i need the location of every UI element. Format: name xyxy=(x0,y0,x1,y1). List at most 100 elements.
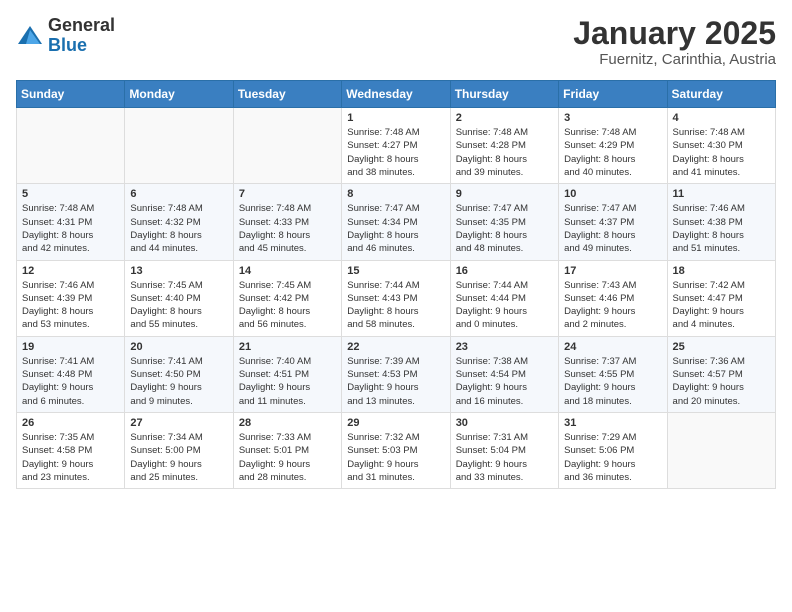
day-number: 12 xyxy=(22,265,119,277)
day-number: 26 xyxy=(22,417,119,429)
day-number: 7 xyxy=(239,188,336,200)
day-info: Sunrise: 7:45 AMSunset: 4:40 PMDaylight:… xyxy=(130,279,227,332)
calendar-cell: 4Sunrise: 7:48 AMSunset: 4:30 PMDaylight… xyxy=(667,108,775,184)
calendar-cell: 5 Sunrise: 7:48 AMSunset: 4:31 PMDaylight… xyxy=(17,184,125,260)
calendar-day-header: Tuesday xyxy=(233,81,341,108)
calendar-cell: 27 Sunrise: 7:34 AMSunset: 5:00 PMDayligh… xyxy=(125,412,233,488)
calendar-week-row: 5 Sunrise: 7:48 AMSunset: 4:31 PMDaylight… xyxy=(17,184,776,260)
calendar-cell: 6 Sunrise: 7:48 AMSunset: 4:32 PMDaylight… xyxy=(125,184,233,260)
calendar-cell: 29Sunrise: 7:32 AMSunset: 5:03 PMDayligh… xyxy=(342,412,450,488)
calendar-header-row: SundayMondayTuesdayWednesdayThursdayFrid… xyxy=(17,81,776,108)
day-info: Sunrise: 7:48 AMSunset: 4:29 PMDaylight:… xyxy=(564,126,661,179)
calendar-day-header: Thursday xyxy=(450,81,558,108)
day-info: Sunrise: 7:37 AMSunset: 4:55 PMDaylight:… xyxy=(564,355,661,408)
day-number: 11 xyxy=(673,188,770,200)
day-number: 9 xyxy=(456,188,553,200)
calendar-cell: 2 Sunrise: 7:48 AMSunset: 4:28 PMDaylight… xyxy=(450,108,558,184)
calendar-cell: 18 Sunrise: 7:42 AMSunset: 4:47 PMDayligh… xyxy=(667,260,775,336)
calendar-cell: 16 Sunrise: 7:44 AMSunset: 4:44 PMDayligh… xyxy=(450,260,558,336)
day-info: Sunrise: 7:42 AMSunset: 4:47 PMDaylight:… xyxy=(673,279,770,332)
day-info: Sunrise: 7:48 AMSunset: 4:33 PMDaylight:… xyxy=(239,202,336,255)
day-number: 30 xyxy=(456,417,553,429)
day-info: Sunrise: 7:31 AMSunset: 5:04 PMDaylight:… xyxy=(456,431,553,484)
day-number: 21 xyxy=(239,341,336,353)
calendar-cell: 11Sunrise: 7:46 AMSunset: 4:38 PMDayligh… xyxy=(667,184,775,260)
calendar-day-header: Saturday xyxy=(667,81,775,108)
day-number: 5 xyxy=(22,188,119,200)
day-info: Sunrise: 7:44 AMSunset: 4:44 PMDaylight:… xyxy=(456,279,553,332)
calendar-cell: 22 Sunrise: 7:39 AMSunset: 4:53 PMDayligh… xyxy=(342,336,450,412)
day-info: Sunrise: 7:41 AMSunset: 4:50 PMDaylight:… xyxy=(130,355,227,408)
day-number: 16 xyxy=(456,265,553,277)
calendar-cell: 12Sunrise: 7:46 AMSunset: 4:39 PMDayligh… xyxy=(17,260,125,336)
day-number: 6 xyxy=(130,188,227,200)
calendar-cell: 26 Sunrise: 7:35 AMSunset: 4:58 PMDayligh… xyxy=(17,412,125,488)
day-number: 23 xyxy=(456,341,553,353)
day-number: 13 xyxy=(130,265,227,277)
day-number: 19 xyxy=(22,341,119,353)
calendar-cell: 23 Sunrise: 7:38 AMSunset: 4:54 PMDayligh… xyxy=(450,336,558,412)
calendar-cell: 1Sunrise: 7:48 AMSunset: 4:27 PMDaylight… xyxy=(342,108,450,184)
day-info: Sunrise: 7:39 AMSunset: 4:53 PMDaylight:… xyxy=(347,355,444,408)
day-number: 2 xyxy=(456,112,553,124)
day-info: Sunrise: 7:36 AMSunset: 4:57 PMDaylight:… xyxy=(673,355,770,408)
calendar-day-header: Sunday xyxy=(17,81,125,108)
calendar-cell: 9 Sunrise: 7:47 AMSunset: 4:35 PMDaylight… xyxy=(450,184,558,260)
calendar-cell: 21 Sunrise: 7:40 AMSunset: 4:51 PMDayligh… xyxy=(233,336,341,412)
calendar-cell xyxy=(17,108,125,184)
day-info: Sunrise: 7:41 AMSunset: 4:48 PMDaylight:… xyxy=(22,355,119,408)
day-info: Sunrise: 7:47 AMSunset: 4:34 PMDaylight:… xyxy=(347,202,444,255)
day-info: Sunrise: 7:33 AMSunset: 5:01 PMDaylight:… xyxy=(239,431,336,484)
day-info: Sunrise: 7:44 AMSunset: 4:43 PMDaylight:… xyxy=(347,279,444,332)
day-number: 29 xyxy=(347,417,444,429)
day-number: 4 xyxy=(673,112,770,124)
calendar-cell: 10 Sunrise: 7:47 AMSunset: 4:37 PMDayligh… xyxy=(559,184,667,260)
calendar-cell: 8Sunrise: 7:47 AMSunset: 4:34 PMDaylight… xyxy=(342,184,450,260)
calendar-day-header: Monday xyxy=(125,81,233,108)
day-info: Sunrise: 7:48 AMSunset: 4:32 PMDaylight:… xyxy=(130,202,227,255)
day-number: 17 xyxy=(564,265,661,277)
day-number: 25 xyxy=(673,341,770,353)
day-number: 27 xyxy=(130,417,227,429)
calendar-cell: 13 Sunrise: 7:45 AMSunset: 4:40 PMDayligh… xyxy=(125,260,233,336)
day-info: Sunrise: 7:48 AMSunset: 4:31 PMDaylight:… xyxy=(22,202,119,255)
day-number: 20 xyxy=(130,341,227,353)
calendar-cell xyxy=(667,412,775,488)
calendar-cell: 30 Sunrise: 7:31 AMSunset: 5:04 PMDayligh… xyxy=(450,412,558,488)
day-info: Sunrise: 7:48 AMSunset: 4:27 PMDaylight:… xyxy=(347,126,444,179)
title-block: January 2025 Fuernitz, Carinthia, Austri… xyxy=(573,16,776,68)
calendar-cell: 17 Sunrise: 7:43 AMSunset: 4:46 PMDayligh… xyxy=(559,260,667,336)
day-info: Sunrise: 7:34 AMSunset: 5:00 PMDaylight:… xyxy=(130,431,227,484)
day-number: 18 xyxy=(673,265,770,277)
day-number: 22 xyxy=(347,341,444,353)
calendar-day-header: Friday xyxy=(559,81,667,108)
day-info: Sunrise: 7:40 AMSunset: 4:51 PMDaylight:… xyxy=(239,355,336,408)
day-info: Sunrise: 7:43 AMSunset: 4:46 PMDaylight:… xyxy=(564,279,661,332)
day-info: Sunrise: 7:48 AMSunset: 4:28 PMDaylight:… xyxy=(456,126,553,179)
day-info: Sunrise: 7:38 AMSunset: 4:54 PMDaylight:… xyxy=(456,355,553,408)
day-number: 14 xyxy=(239,265,336,277)
calendar-week-row: 12Sunrise: 7:46 AMSunset: 4:39 PMDayligh… xyxy=(17,260,776,336)
calendar-cell: 14Sunrise: 7:45 AMSunset: 4:42 PMDayligh… xyxy=(233,260,341,336)
calendar-cell: 19 Sunrise: 7:41 AMSunset: 4:48 PMDayligh… xyxy=(17,336,125,412)
calendar-cell: 31Sunrise: 7:29 AMSunset: 5:06 PMDayligh… xyxy=(559,412,667,488)
calendar-cell: 24 Sunrise: 7:37 AMSunset: 4:55 PMDayligh… xyxy=(559,336,667,412)
day-number: 24 xyxy=(564,341,661,353)
day-number: 28 xyxy=(239,417,336,429)
calendar-cell: 28 Sunrise: 7:33 AMSunset: 5:01 PMDayligh… xyxy=(233,412,341,488)
calendar-week-row: 1Sunrise: 7:48 AMSunset: 4:27 PMDaylight… xyxy=(17,108,776,184)
calendar-cell: 15 Sunrise: 7:44 AMSunset: 4:43 PMDayligh… xyxy=(342,260,450,336)
calendar-cell: 3Sunrise: 7:48 AMSunset: 4:29 PMDaylight… xyxy=(559,108,667,184)
logo-blue-text: Blue xyxy=(48,35,87,55)
logo-icon xyxy=(16,22,44,50)
logo: General Blue xyxy=(16,16,115,56)
calendar-table: SundayMondayTuesdayWednesdayThursdayFrid… xyxy=(16,80,776,489)
day-number: 15 xyxy=(347,265,444,277)
calendar-week-row: 26 Sunrise: 7:35 AMSunset: 4:58 PMDayligh… xyxy=(17,412,776,488)
calendar-cell xyxy=(233,108,341,184)
page-title: January 2025 xyxy=(573,16,776,51)
day-info: Sunrise: 7:47 AMSunset: 4:35 PMDaylight:… xyxy=(456,202,553,255)
day-info: Sunrise: 7:47 AMSunset: 4:37 PMDaylight:… xyxy=(564,202,661,255)
day-number: 10 xyxy=(564,188,661,200)
day-info: Sunrise: 7:35 AMSunset: 4:58 PMDaylight:… xyxy=(22,431,119,484)
